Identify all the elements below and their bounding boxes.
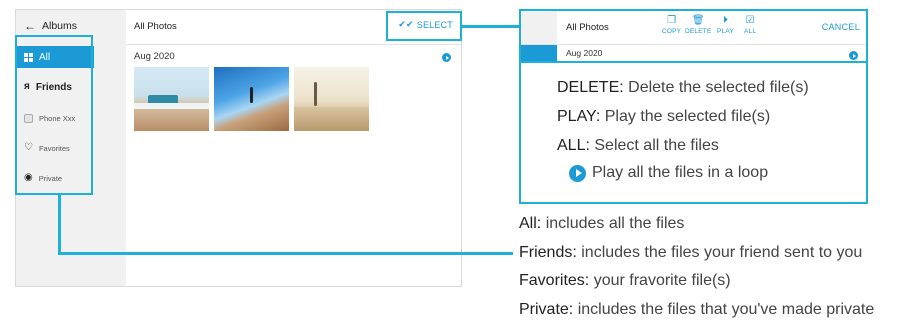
description-text: Select all the files: [594, 137, 719, 154]
header-divider: [126, 44, 461, 45]
description-all: ALL: Select all the files: [557, 137, 719, 155]
trash-icon: 🗑: [691, 15, 705, 26]
copy-icon: ❐: [667, 15, 677, 26]
zoom-play-all-icon: [849, 51, 858, 60]
callout-line-select: [462, 25, 519, 28]
legend-term: All:: [519, 215, 542, 232]
zoom-date-group-label: Aug 2020: [566, 48, 603, 58]
sidebar-highlight-box: [15, 35, 93, 195]
legend-text: includes the files that you've made priv…: [577, 301, 875, 318]
legend-term: Favorites:: [519, 272, 590, 289]
play-icon: ⏵: [722, 15, 728, 26]
play-circle-icon: [569, 164, 586, 182]
albums-label: Albums: [42, 20, 78, 32]
all-label: ALL: [744, 28, 757, 35]
description-text: Delete the selected file(s): [628, 79, 809, 96]
legend-term: Friends:: [519, 244, 577, 261]
description-term: DELETE:: [557, 79, 624, 96]
description-text: Play the selected file(s): [604, 108, 771, 125]
select-highlight-box: [386, 11, 462, 41]
play-all-icon[interactable]: [442, 53, 451, 62]
zoom-divider: [521, 44, 866, 45]
legend-term: Private:: [519, 301, 574, 318]
callout-line-sidebar-horizontal: [58, 252, 513, 255]
description-term: PLAY:: [557, 108, 601, 125]
description-term: ALL:: [557, 137, 590, 154]
photos-content: All Photos ✔✔ SELECT Aug 2020: [126, 10, 461, 286]
description-play: PLAY: Play the selected file(s): [557, 108, 770, 126]
legend-all: All: includes all the files: [519, 215, 684, 233]
photo-thumbnail[interactable]: [134, 67, 209, 131]
description-play-loop: Play all the files in a loop: [569, 164, 768, 182]
delete-button[interactable]: 🗑 DELETE: [685, 15, 712, 35]
toolbar-zoom-callout: All Photos ❐ COPY 🗑 DELETE ⏵ PLAY ☑ ALL …: [519, 9, 868, 204]
play-label: PLAY: [717, 28, 734, 35]
zoom-band-divider: [521, 61, 866, 63]
select-all-button[interactable]: ☑ ALL: [744, 15, 756, 35]
copy-button[interactable]: ❐ COPY: [662, 15, 681, 35]
play-button[interactable]: ⏵ PLAY: [717, 15, 734, 35]
arrow-left-icon[interactable]: ←: [24, 19, 36, 33]
albums-header[interactable]: ← Albums: [24, 19, 77, 33]
cancel-button[interactable]: CANCEL: [822, 22, 860, 32]
zoom-active-stub: [521, 45, 557, 61]
description-text: Play all the files in a loop: [592, 164, 769, 181]
copy-label: COPY: [662, 28, 682, 35]
legend-text: your fravorite file(s): [593, 272, 731, 289]
legend-text: includes all the files: [545, 215, 685, 232]
legend-favorites: Favorites: your fravorite file(s): [519, 272, 731, 290]
photo-thumbnail[interactable]: [214, 67, 289, 131]
zoom-sidebar-stub: [521, 11, 557, 45]
legend-private: Private: includes the files that you've …: [519, 301, 874, 319]
zoom-page-title: All Photos: [566, 22, 609, 33]
checkbox-icon: ☑: [745, 15, 755, 26]
description-delete: DELETE: Delete the selected file(s): [557, 79, 809, 97]
legend-text: includes the files your friend sent to y…: [581, 244, 863, 261]
page-title: All Photos: [134, 21, 177, 32]
photo-thumbnail[interactable]: [294, 67, 369, 131]
callout-line-sidebar-vertical: [58, 195, 61, 254]
delete-label: DELETE: [685, 28, 712, 35]
date-group-label: Aug 2020: [134, 51, 175, 62]
legend-friends: Friends: includes the files your friend …: [519, 244, 862, 262]
